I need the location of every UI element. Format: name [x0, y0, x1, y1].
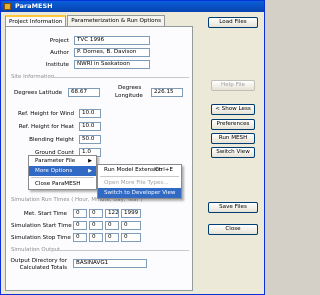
met-start-day[interactable]: 122: [105, 209, 119, 218]
output-section-divider: [53, 250, 189, 251]
show-less-button[interactable]: < Show Less: [211, 104, 255, 115]
menu-item-close-paramesh[interactable]: Close ParaMESH: [29, 179, 96, 189]
sim-start-hour[interactable]: 0: [73, 221, 87, 230]
sim-start-label: Simulation Start Time: [11, 223, 72, 229]
longitude-label-1: Degrees: [118, 85, 142, 91]
menu-item-more-options[interactable]: More Options ▶: [29, 166, 96, 176]
longitude-field[interactable]: 226.15: [151, 88, 183, 97]
longitude-label-2: Longitude: [115, 93, 143, 99]
latitude-label: Degrees Latitude: [14, 90, 63, 96]
load-files-button[interactable]: Load Files: [208, 17, 258, 28]
more-options-submenu: Run Model Extension Ctrl+E Open More Fil…: [97, 164, 182, 199]
institute-field[interactable]: NWRI in Saskatoon: [74, 60, 150, 69]
output-dir-label-line2: Calculated Totals: [19, 265, 67, 271]
met-start-hour[interactable]: 0: [73, 209, 87, 218]
sim-stop-hour[interactable]: 0: [73, 233, 87, 242]
save-files-button[interactable]: Save Files: [208, 202, 258, 213]
sim-start-day[interactable]: 0: [105, 221, 119, 230]
submenu-item-run-model-extension[interactable]: Run Model Extension Ctrl+E: [98, 165, 181, 175]
app-icon: [4, 3, 11, 10]
close-button[interactable]: Close: [208, 224, 258, 235]
wind-height-label: Ref. Height for Wind: [18, 111, 74, 117]
submenu-item-label: Switch to Developer View: [104, 190, 176, 196]
context-menu: Parameter File ▶ More Options ▶ Close Pa…: [28, 155, 97, 190]
sim-stop-minute[interactable]: 0: [89, 233, 103, 242]
menu-item-label: Close ParaMESH: [35, 181, 81, 187]
institute-label: Institute: [45, 62, 69, 68]
project-field[interactable]: TVC 1996: [74, 36, 150, 45]
blending-height-field[interactable]: 50.0: [79, 135, 101, 144]
help-file-button[interactable]: Help File: [211, 80, 255, 91]
submenu-item-open-more-file-types[interactable]: Open More File Types...: [98, 178, 181, 188]
run-mesh-button[interactable]: Run MESH: [211, 133, 255, 144]
sim-stop-day[interactable]: 0: [105, 233, 119, 242]
tab-parameterization[interactable]: Parameterization & Run Options: [67, 15, 166, 26]
met-start-minute[interactable]: 0: [89, 209, 103, 218]
site-section-divider: [51, 77, 189, 78]
submenu-item-switch-to-developer-view[interactable]: Switch to Developer View: [98, 188, 181, 198]
met-start-year[interactable]: 1999: [121, 209, 141, 218]
submenu-arrow-icon: ▶: [88, 168, 92, 174]
sim-stop-label: Simulation Stop Time: [11, 235, 71, 241]
title-bar: ParaMESH: [1, 1, 264, 12]
menu-item-label: Parameter File: [35, 158, 76, 164]
met-start-label: Met. Start Time: [23, 211, 67, 217]
main-window: ParaMESH Project Information Parameteriz…: [0, 0, 265, 295]
submenu-arrow-icon: ▶: [88, 158, 92, 164]
menu-item-parameter-file[interactable]: Parameter File ▶: [29, 156, 96, 166]
menu-separator: [100, 176, 179, 177]
menu-separator: [31, 177, 94, 178]
sim-start-minute[interactable]: 0: [89, 221, 103, 230]
submenu-item-label: Open More File Types...: [104, 180, 169, 186]
heat-height-field[interactable]: 10.0: [79, 122, 101, 131]
submenu-item-label: Run Model Extension: [104, 167, 163, 173]
sim-stop-year[interactable]: 0: [121, 233, 141, 242]
switch-view-button[interactable]: Switch View: [211, 147, 255, 158]
output-dir-field[interactable]: BASINAVG1: [73, 259, 147, 268]
sim-start-year[interactable]: 0: [121, 221, 141, 230]
site-section-title: Site Information: [11, 74, 55, 80]
menu-item-label: More Options: [35, 168, 73, 174]
shortcut-label: Ctrl+E: [154, 167, 173, 173]
window-title: ParaMESH: [15, 2, 53, 10]
output-dir-label-line1: Output Directory for: [10, 258, 67, 264]
tab-strip: Project Information Parameterization & R…: [5, 15, 166, 27]
author-label: Author: [50, 50, 69, 56]
blending-height-label: Blending Height: [29, 137, 74, 143]
heat-height-label: Ref. Height for Heat: [18, 124, 74, 130]
latitude-field[interactable]: 68.67: [68, 88, 100, 97]
author-field[interactable]: P. Dornes, B. Davison: [74, 48, 150, 57]
project-label: Project: [49, 38, 69, 44]
preferences-button[interactable]: Preferences: [211, 119, 255, 130]
wind-height-field[interactable]: 10.0: [79, 109, 101, 118]
